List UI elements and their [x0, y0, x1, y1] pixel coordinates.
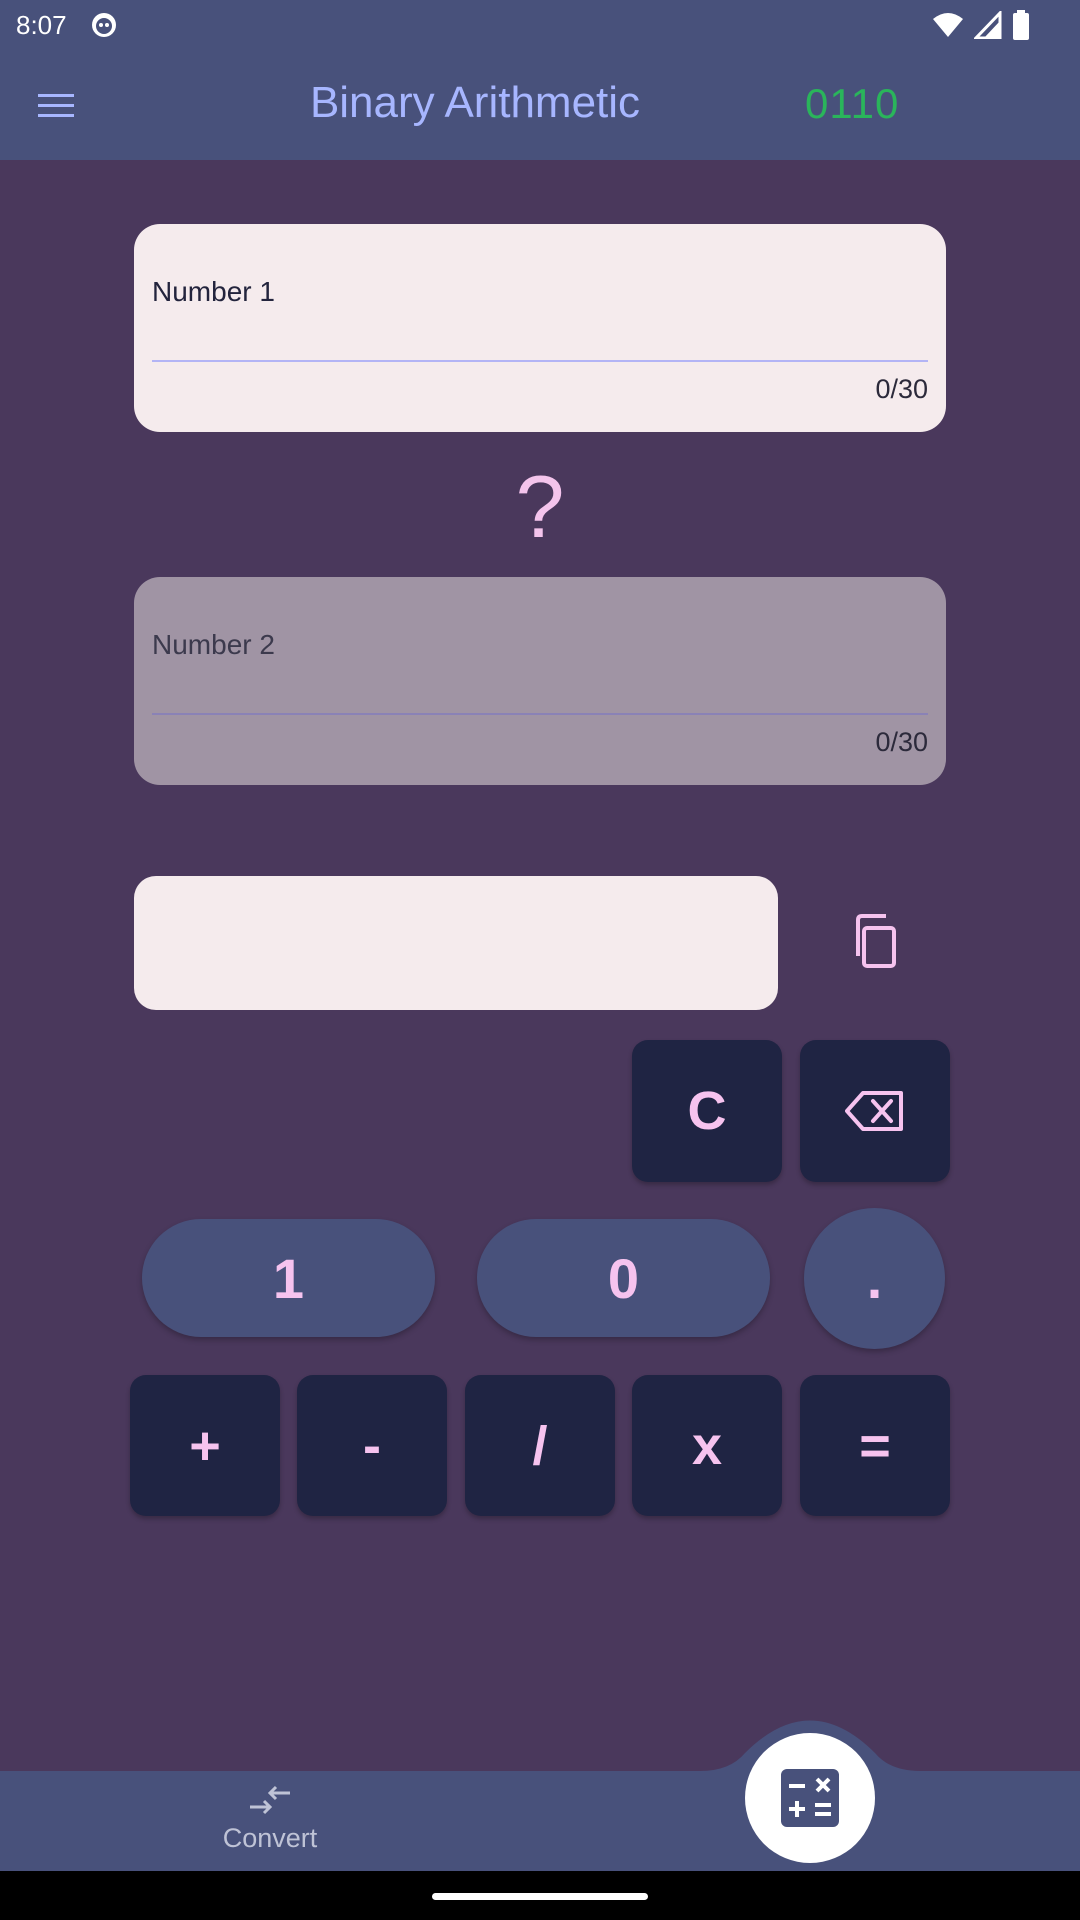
- bottom-navigation: Convert: [0, 1771, 1080, 1871]
- number2-field[interactable]: Number 2 0/30: [134, 577, 946, 785]
- subtract-button[interactable]: -: [297, 1375, 447, 1516]
- number1-underline: [152, 360, 928, 362]
- nav-item-convert[interactable]: Convert: [200, 1771, 340, 1871]
- number1-field[interactable]: Number 1 0/30: [134, 224, 946, 432]
- digit-one-button[interactable]: 1: [142, 1219, 435, 1337]
- calculator-icon: [781, 1769, 839, 1827]
- result-display: [134, 876, 778, 1010]
- home-indicator[interactable]: [432, 1893, 648, 1900]
- multiply-button[interactable]: x: [632, 1375, 782, 1516]
- backspace-button[interactable]: [800, 1040, 950, 1182]
- equals-button[interactable]: =: [800, 1375, 950, 1516]
- number2-counter: 0/30: [875, 727, 928, 757]
- wifi-icon: [933, 13, 963, 37]
- status-bar: 8:07: [0, 0, 1080, 50]
- add-button[interactable]: +: [130, 1375, 280, 1516]
- number2-underline: [152, 713, 928, 715]
- copy-icon[interactable]: [840, 906, 910, 976]
- clear-button[interactable]: C: [632, 1040, 782, 1182]
- decimal-point-button[interactable]: .: [804, 1208, 945, 1349]
- status-time: 8:07: [16, 10, 67, 40]
- binary-logo: 0110: [805, 80, 900, 127]
- number2-label: Number 2: [152, 629, 275, 660]
- nav-convert-label: Convert: [222, 1823, 318, 1853]
- system-navigation-bar: [0, 1871, 1080, 1920]
- app-notification-icon: [92, 13, 116, 37]
- number1-counter: 0/30: [875, 374, 928, 404]
- calculator-fab[interactable]: [745, 1733, 875, 1863]
- operator-display: ?: [515, 457, 565, 556]
- backspace-icon: [845, 1091, 903, 1131]
- convert-icon: [250, 1785, 290, 1815]
- divide-button[interactable]: /: [465, 1375, 615, 1516]
- number1-label: Number 1: [152, 276, 275, 307]
- status-icons: [932, 10, 1030, 40]
- battery-icon: [1013, 10, 1029, 40]
- app-bar: Binary Arithmetic 0110: [0, 50, 1080, 160]
- digit-zero-button[interactable]: 0: [477, 1219, 770, 1337]
- signal-icon: [974, 11, 1002, 39]
